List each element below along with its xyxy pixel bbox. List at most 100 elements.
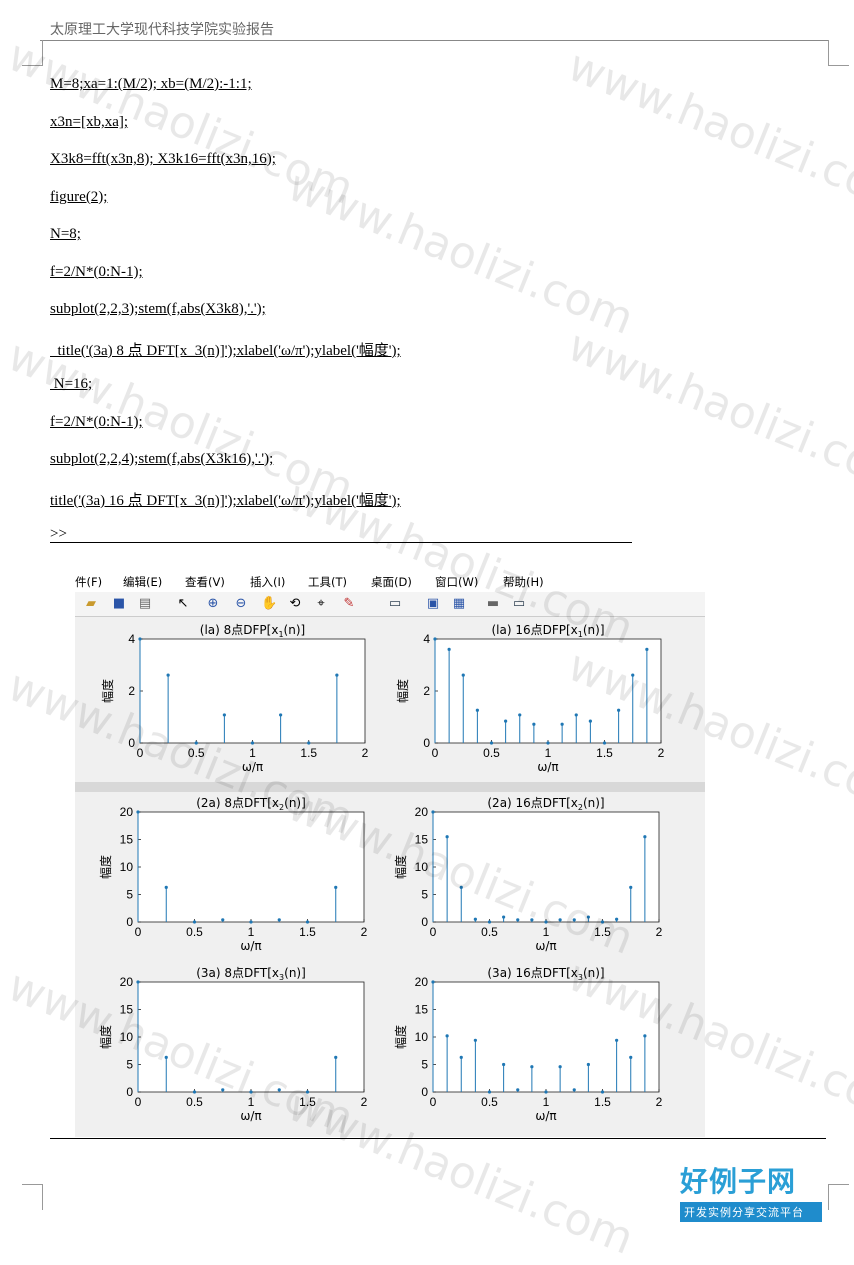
x-axis-label: ω/π — [535, 939, 556, 953]
code-line: f=2/N*(0:N-1); — [50, 264, 143, 280]
y-tick-label: 15 — [120, 1003, 134, 1017]
subplot-title: (2a) 8点DFT[x2(n)] — [196, 796, 306, 812]
stem-marker — [250, 741, 255, 745]
subplot-canvas: 0 0.5 1 1.5 2024(la) 8点DFP[x1(n)]ω/π幅度 0 0.5 1 1… — [98, 623, 665, 1123]
y-tick-label: 20 — [415, 805, 429, 819]
pointer-icon[interactable]: ↖ — [175, 596, 191, 612]
axes-box — [137, 981, 365, 1093]
x-tick-label: 1.5 — [596, 746, 613, 760]
zoom-out-icon[interactable]: ⊖ — [233, 596, 249, 612]
axes-box — [434, 638, 662, 744]
menu-insert[interactable]: 插入(I) — [250, 574, 285, 590]
stem-marker — [487, 1090, 492, 1094]
subplot-title: (la) 16点DFP[x1(n)] — [491, 623, 604, 639]
stem-marker — [544, 1090, 548, 1094]
menu-file[interactable]: 件(F) — [75, 574, 102, 590]
stem-marker — [431, 980, 435, 984]
stem-marker — [615, 1038, 619, 1042]
x-tick-label: 0 — [430, 1095, 437, 1109]
x-axis-label: ω/π — [537, 760, 558, 774]
x-tick-label: 0 — [430, 925, 437, 939]
menu-help[interactable]: 帮助(H) — [503, 574, 544, 590]
colorbar-icon[interactable]: ▣ — [425, 596, 441, 612]
x-tick-label: 1 — [543, 925, 550, 939]
link-icon[interactable]: ▭ — [387, 596, 403, 612]
stem-marker — [530, 918, 534, 922]
subplot-title: (3a) 8点DFT[x3(n)] — [196, 966, 306, 982]
stem-marker — [572, 918, 576, 922]
stem-marker — [192, 1090, 197, 1094]
pan-icon[interactable]: ✋ — [261, 596, 277, 612]
axes-box — [139, 638, 366, 744]
save-icon[interactable]: ■ — [111, 596, 127, 612]
matlab-figure-window: 件(F) 编辑(E) 查看(V) 插入(I) 工具(T) 桌面(D) 窗口(W)… — [75, 570, 705, 1137]
stem-marker — [138, 637, 142, 641]
x-tick-label: 0 — [135, 925, 142, 939]
y-tick-label: 15 — [120, 833, 134, 847]
stem-marker — [447, 647, 451, 651]
stem-marker — [136, 980, 140, 984]
y-tick-label: 5 — [126, 1058, 133, 1072]
stem-marker — [461, 673, 465, 677]
y-tick-label: 20 — [415, 975, 429, 989]
x-axis-label: ω/π — [240, 939, 261, 953]
print-icon[interactable]: ▤ — [137, 596, 153, 612]
stem-marker — [277, 918, 281, 922]
code-line: x3n=[xb,xa]; — [50, 114, 129, 130]
stem-marker — [249, 920, 253, 924]
legend-icon[interactable]: ▦ — [451, 596, 467, 612]
stem-marker — [602, 741, 607, 745]
hide-tools-icon[interactable]: ▬ — [485, 596, 501, 612]
stem-marker — [334, 885, 338, 889]
y-tick-label: 0 — [421, 915, 428, 929]
prompt-underline — [50, 542, 632, 543]
axes-box — [432, 811, 660, 923]
datatip-icon[interactable]: ⌖ — [313, 596, 329, 612]
subplot-3: 0 0.5 1 1.5 205101520(2a) 8点DFT[x2(n)]ω/π幅度 — [98, 796, 368, 953]
stem-marker — [518, 713, 522, 717]
x-tick-label: 2 — [656, 1095, 663, 1109]
x-tick-label: 1.5 — [299, 925, 316, 939]
subplot-title: (3a) 16点DFT[x3(n)] — [487, 966, 604, 982]
stem-marker — [504, 719, 508, 723]
x-tick-label: 1 — [248, 925, 255, 939]
corner-mark-bottom-left — [22, 1184, 43, 1210]
open-icon[interactable]: ▰ — [83, 596, 99, 612]
stem-marker — [645, 647, 649, 651]
header-rule — [40, 40, 828, 41]
stem-marker — [615, 917, 619, 921]
menu-view[interactable]: 查看(V) — [185, 574, 225, 590]
y-axis-label: 幅度 — [393, 855, 408, 879]
menu-tools[interactable]: 工具(T) — [308, 574, 347, 590]
x-tick-label: 0.5 — [481, 1095, 498, 1109]
y-axis-label: 幅度 — [393, 1025, 408, 1049]
header-title: 太原理工大学现代科技学院实验报告 — [50, 22, 274, 38]
watermark: www.haolizi.com — [280, 160, 641, 345]
stem-marker — [487, 920, 492, 924]
plot-area: 0 0.5 1 1.5 2 0 2 4 (la) 8点DFP[x1(n)] ω/π 幅度 0 0.5 1 1… — [75, 617, 705, 1137]
x-tick-label: 0.5 — [186, 925, 203, 939]
y-tick-label: 0 — [126, 915, 133, 929]
menu-desktop[interactable]: 桌面(D) — [371, 574, 412, 590]
site-logo[interactable]: 好例子网 开发实例分享交流平台 — [680, 1160, 822, 1222]
menu-edit[interactable]: 编辑(E) — [123, 574, 162, 590]
stem-marker — [334, 1055, 338, 1059]
menu-window[interactable]: 窗口(W) — [435, 574, 478, 590]
y-tick-label: 20 — [120, 805, 134, 819]
axes-box — [432, 981, 660, 1093]
y-tick-label: 2 — [423, 684, 430, 698]
y-tick-label: 15 — [415, 1003, 429, 1017]
y-tick-label: 2 — [128, 684, 135, 698]
x-axis-label: ω/π — [240, 1109, 261, 1123]
show-tools-icon[interactable]: ▭ — [511, 596, 527, 612]
stem-marker — [475, 708, 479, 712]
stem-marker — [502, 915, 506, 919]
brush-icon[interactable]: ✎ — [341, 596, 357, 612]
rotate-icon[interactable]: ⟲ — [287, 596, 303, 612]
subplot-title: (2a) 16点DFT[x2(n)] — [487, 796, 604, 812]
stem-marker — [631, 673, 635, 677]
zoom-in-icon[interactable]: ⊕ — [205, 596, 221, 612]
logo-tagline: 开发实例分享交流平台 — [680, 1202, 822, 1222]
stem-marker — [249, 1090, 253, 1094]
subplot-1: 0 0.5 1 1.5 2 0 2 4 (la) 8点DFP[x1(n)] ω/π 幅度 — [100, 623, 369, 774]
